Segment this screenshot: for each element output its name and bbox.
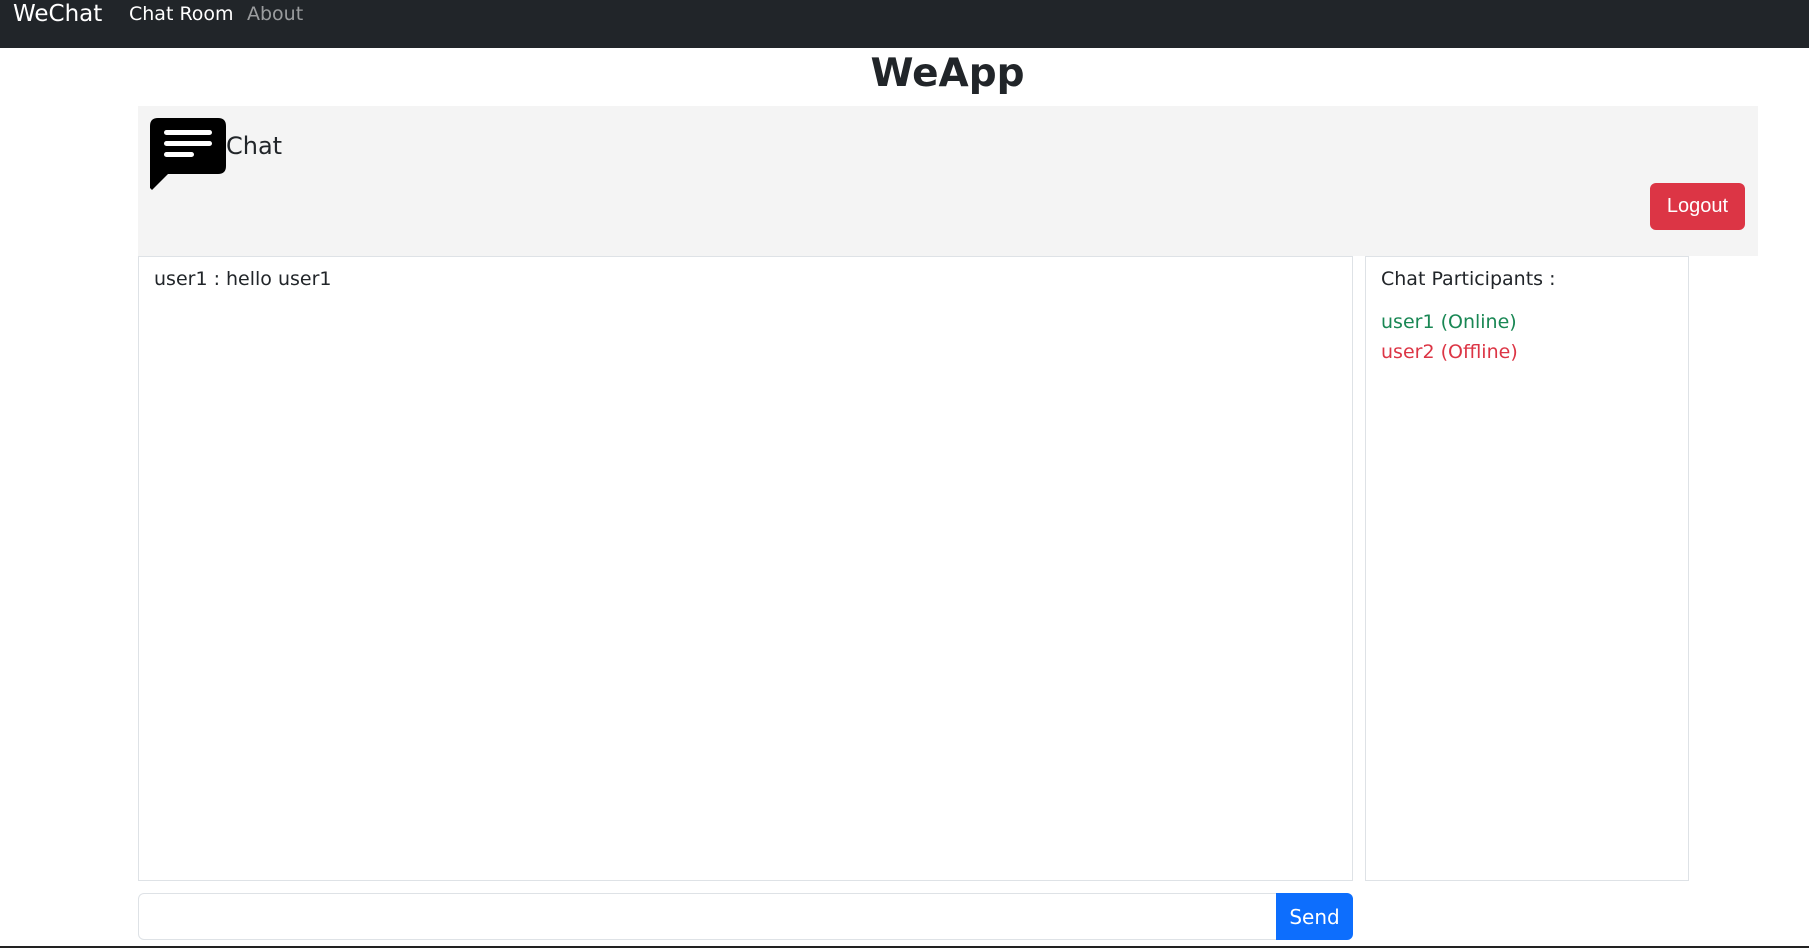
window-bottom-edge	[0, 946, 1809, 948]
page-title: WeApp	[870, 51, 1025, 96]
participants-panel: Chat Participants : user1 (Online) user2…	[1365, 256, 1689, 881]
chat-header-panel: Chat Logout	[138, 106, 1758, 256]
participant-user1: user1 (Online)	[1381, 311, 1517, 333]
navbar-brand[interactable]: WeChat	[13, 0, 102, 28]
message-input[interactable]	[138, 893, 1278, 940]
logout-button[interactable]: Logout	[1650, 183, 1745, 230]
top-navbar: WeChat Chat Room About	[0, 0, 1809, 48]
nav-link-about[interactable]: About	[247, 2, 303, 26]
message-item: user1 : hello user1	[154, 268, 332, 290]
send-button[interactable]: Send	[1276, 893, 1353, 940]
chat-heading: Chat	[226, 132, 283, 160]
nav-link-chat-room[interactable]: Chat Room	[129, 2, 234, 26]
participant-user2: user2 (Offline)	[1381, 341, 1518, 363]
participants-title: Chat Participants :	[1381, 268, 1556, 290]
chat-bubble-icon	[150, 118, 226, 190]
messages-panel[interactable]: user1 : hello user1	[138, 256, 1353, 881]
